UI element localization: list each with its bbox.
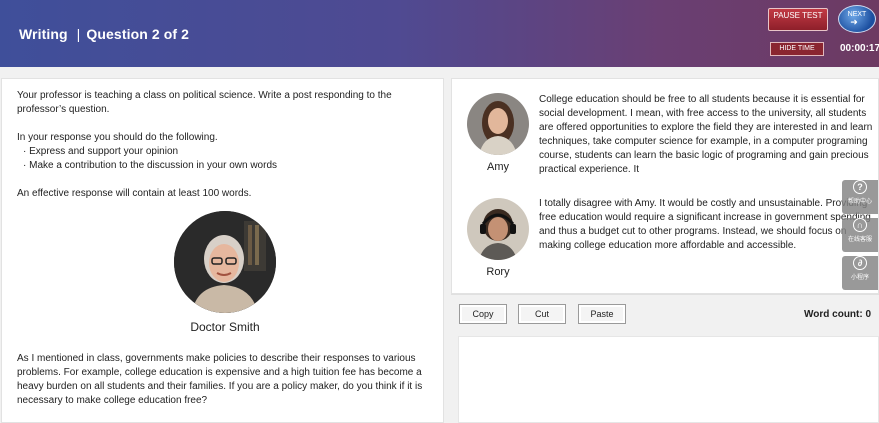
sidebar-item-miniprogram[interactable]: ∂ 小程序	[842, 256, 878, 290]
word-count-label: Word count:	[804, 309, 863, 320]
miniprogram-icon: ∂	[853, 256, 867, 270]
floating-sidebar: ? 帮助中心 ∩ 在线客服 ∂ 小程序	[842, 176, 879, 292]
pause-test-button[interactable]: PAUSE TEST	[768, 8, 828, 31]
hide-time-button[interactable]: HIDE TIME	[770, 42, 824, 56]
prompt-bullets: · Express and support your opinion · Mak…	[17, 145, 432, 173]
length-note: An effective response will contain at le…	[17, 188, 252, 199]
prompt-intro: Your professor is teaching a class on po…	[17, 90, 392, 115]
sidebar-item-label: 小程序	[850, 275, 869, 281]
top-bar: Writing | Question 2 of 2 PAUSE TEST NEXT …	[0, 0, 879, 67]
student-avatar	[467, 198, 529, 260]
sidebar-item-label: 在线客服	[847, 237, 872, 243]
professor-avatar	[174, 211, 276, 313]
next-button[interactable]: NEXT ➜	[838, 5, 876, 33]
section-name: Writing	[19, 26, 68, 42]
bullet-item: · Express and support your opinion	[23, 146, 179, 157]
student-name: Rory	[486, 266, 510, 278]
copy-button[interactable]: Copy	[459, 304, 507, 324]
professor-name: Doctor Smith	[190, 320, 260, 334]
professor-speech: As I mentioned in class, governments mak…	[17, 353, 423, 406]
question-indicator: Question 2 of 2	[86, 26, 190, 42]
sidebar-item-help[interactable]: ? 帮助中心	[842, 180, 878, 214]
cut-button[interactable]: Cut	[518, 304, 566, 324]
timer: 00:00:17	[840, 43, 879, 54]
student-name: Amy	[487, 161, 509, 173]
response-textarea[interactable]	[458, 336, 879, 423]
page-title: Writing | Question 2 of 2	[19, 26, 189, 42]
prompt-instruction: In your response you should do the follo…	[17, 132, 218, 143]
student-post-text: College education should be free to all …	[539, 94, 873, 175]
title-separator: |	[76, 26, 81, 42]
help-icon: ?	[853, 180, 867, 194]
paste-button[interactable]: Paste	[578, 304, 626, 324]
sidebar-item-support[interactable]: ∩ 在线客服	[842, 218, 878, 252]
bullet-item: · Make a contribution to the discussion …	[23, 160, 278, 171]
prompt-panel: Your professor is teaching a class on po…	[1, 78, 444, 423]
arrow-right-icon: ➜	[850, 17, 858, 27]
student-post-text: I totally disagree with Amy. It would be…	[539, 198, 871, 251]
discussion-panel: Amy College education should be free to …	[451, 78, 879, 294]
student-avatar	[467, 93, 529, 155]
word-count-value: 0	[865, 309, 872, 320]
sidebar-item-label: 帮助中心	[847, 199, 872, 205]
headset-icon: ∩	[853, 218, 867, 232]
editor-toolbar: Copy Cut Paste Word count: 0	[451, 294, 879, 332]
word-count: Word count: 0	[804, 309, 871, 320]
prompt-text: Your professor is teaching a class on po…	[17, 89, 432, 215]
